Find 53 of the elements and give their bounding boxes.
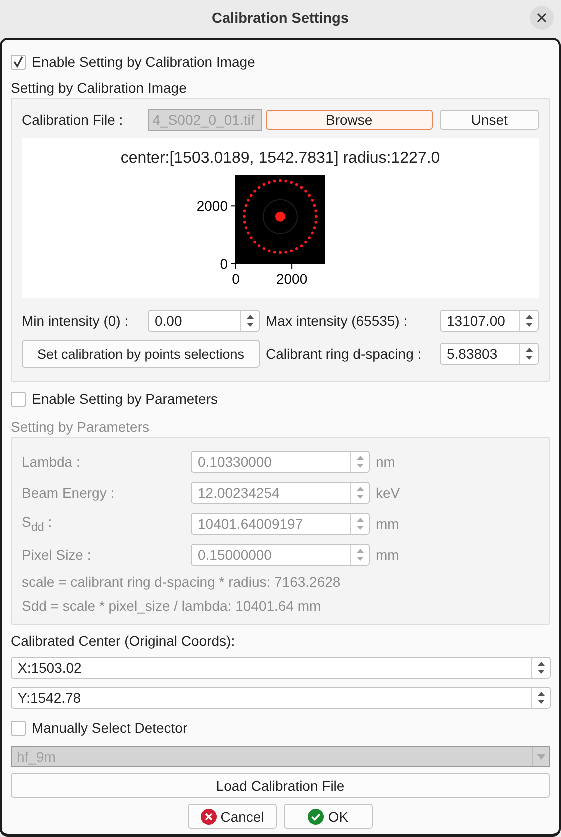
window-title: Calibration Settings [212,11,349,27]
unit-label: mm [376,547,400,563]
spin-arrows-icon [356,517,364,531]
field-label: S$_{dd}$ : [22,514,54,534]
spin-box[interactable]: 5.83803 [440,343,539,365]
checkbox-label: Manually Select Detector [32,720,188,736]
dropdown-arrow-icon [536,754,546,760]
spin-box[interactable]: Y:1542.78 [11,687,551,709]
section-title: Calibrated Center (Original Coords): [11,633,236,649]
load-calibration-button[interactable]: Load Calibration File [11,773,550,798]
field-label: Beam Energy : [22,485,116,501]
group-title: Setting by Parameters [11,419,150,435]
tick-label: 0 [232,271,240,287]
spin-box[interactable]: 0.00 [148,310,260,332]
formula-text: Sdd = scale * pixel_size / lambda: 10401.64 mm [22,598,322,614]
close-icon [537,13,547,23]
spin-arrows-icon [524,314,534,328]
cancel-button[interactable]: Cancel [188,804,277,829]
field-label: Pixel Size : [22,547,92,563]
unset-button[interactable]: Unset [440,110,539,130]
unit-label: keV [376,485,400,501]
spin-arrows-icon [536,691,546,705]
unit-label: mm [376,516,400,532]
spin-arrows-icon [356,486,364,500]
checkbox-label: Enable Setting by Calibration Image [32,54,256,70]
ok-icon [308,808,324,824]
spin-arrows-icon [536,661,546,675]
spin-arrows-icon [356,455,364,469]
formula-text: scale = calibrant ring d-spacing * radius: 7163.2628 [22,574,341,590]
close-button[interactable] [530,6,554,30]
spin-box[interactable]: X:1503.02 [11,657,551,679]
checkbox[interactable] [11,54,26,70]
group-title: Setting by Calibration Image [11,80,187,96]
points-selection-button[interactable]: Set calibration by points selections [22,340,260,368]
spin-arrows-icon [356,548,364,562]
spin-arrows-icon [246,314,254,328]
unit-label: nm [376,454,396,470]
field-label: Lambda : [22,454,82,470]
checkbox-label: Enable Setting by Parameters [32,391,218,407]
check-icon [13,56,24,68]
tick-label: 2000 [196,198,228,214]
cancel-icon [200,808,217,824]
spin-arrows-icon [524,347,534,361]
field-label: Calibrant ring d-spacing : [266,346,423,362]
field-label: Min intensity (0) : [22,313,130,329]
ok-button[interactable]: OK [284,804,373,829]
plot-title: center:[1503.0189, 1542.7831] radius:1227.0 [120,149,440,168]
field-label: Max intensity (65535) : [266,313,409,329]
browse-button[interactable]: Browse [266,110,434,130]
tick-label: 2000 [276,271,308,287]
spin-box[interactable]: 13107.00 [440,310,539,332]
tick-label: 0 [220,256,228,272]
field-label: Calibration File : [22,112,124,128]
